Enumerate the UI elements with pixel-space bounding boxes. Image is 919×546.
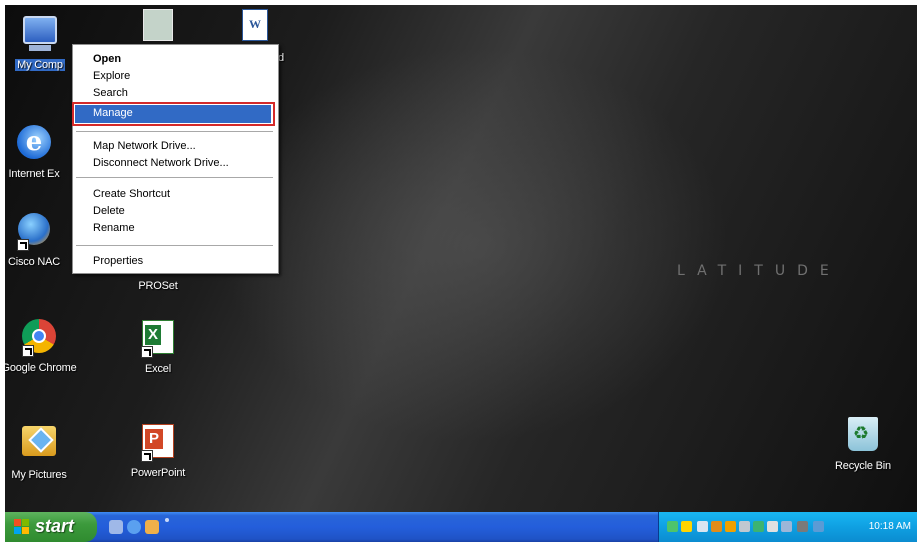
recycle-bin-icon[interactable]: Recycle Bin xyxy=(823,415,903,472)
start-button[interactable]: start xyxy=(5,512,97,542)
desktop-icon-label: Internet Ex xyxy=(8,168,60,180)
word-app-icon: W xyxy=(236,9,274,47)
start-label: start xyxy=(35,516,75,536)
ie-icon: e xyxy=(15,125,53,163)
desktop-icon-label: PowerPoint xyxy=(130,467,186,479)
desktop-icon-label: Recycle Bin xyxy=(835,460,891,472)
menu-item-search[interactable]: Search xyxy=(93,85,128,99)
shortcut-arrow-icon xyxy=(22,345,34,357)
internet-explorer-icon[interactable]: e Internet Ex xyxy=(5,123,74,180)
excel-icon[interactable]: Excel xyxy=(118,317,198,375)
context-menu: Open Explore Search Manage Map Network D… xyxy=(72,44,279,274)
shortcut-arrow-icon xyxy=(141,346,153,358)
desktop[interactable]: My Comp e Internet Ex Cisco NAC Google C… xyxy=(5,5,917,541)
network-icon xyxy=(139,9,177,47)
show-desktop-icon[interactable] xyxy=(109,520,123,534)
powerpoint-app-icon xyxy=(139,424,177,462)
pictures-folder-icon xyxy=(20,426,58,464)
tray-network-icon[interactable] xyxy=(667,521,678,532)
desktop-icon-label: Excel xyxy=(145,363,171,375)
intel-proset-icon[interactable] xyxy=(118,5,198,47)
tray-update-icon[interactable] xyxy=(753,521,764,532)
system-tray: 10:18 AM xyxy=(658,512,917,542)
excel-app-icon xyxy=(139,320,177,358)
shortcut-arrow-icon xyxy=(141,450,153,462)
desktop-icon-label: PROSet xyxy=(138,280,178,292)
desktop-icon-label: Cisco NAC xyxy=(8,256,60,268)
tray-alert-icon[interactable] xyxy=(725,521,736,532)
media-quicklaunch-icon[interactable] xyxy=(145,520,159,534)
google-chrome-icon[interactable]: Google Chrome xyxy=(5,317,79,374)
menu-item-delete[interactable]: Delete xyxy=(93,203,125,220)
tray-volume-icon[interactable] xyxy=(797,521,808,532)
intel-proset-label-wrap: PROSet xyxy=(118,275,198,292)
menu-item-properties[interactable]: Properties xyxy=(93,253,143,270)
menu-item-map-network-drive[interactable]: Map Network Drive... xyxy=(93,138,196,155)
my-computer-icon[interactable]: My Comp xyxy=(5,10,80,73)
shortcut-arrow-icon xyxy=(17,239,29,251)
menu-item-open[interactable]: Open xyxy=(93,51,121,68)
tray-display-icon[interactable] xyxy=(697,521,708,532)
tray-connection-icon[interactable] xyxy=(813,521,824,532)
menu-item-explore[interactable]: Explore xyxy=(93,68,130,85)
desktop-icon-label: My Comp xyxy=(15,59,65,71)
menu-item-disconnect-network-drive[interactable]: Disconnect Network Drive... xyxy=(93,155,229,172)
my-pictures-icon[interactable]: My Pictures xyxy=(5,421,79,481)
menu-item-rename[interactable]: Rename xyxy=(93,220,135,237)
menu-separator xyxy=(76,177,273,178)
tray-wireless-icon[interactable] xyxy=(781,521,792,532)
powerpoint-icon[interactable]: PowerPoint xyxy=(118,421,198,479)
windows-flag-icon xyxy=(14,519,30,535)
menu-item-create-shortcut[interactable]: Create Shortcut xyxy=(93,186,170,203)
computer-icon xyxy=(21,16,59,54)
latitude-watermark: LATITUDE xyxy=(677,263,841,279)
tray-app-icon[interactable] xyxy=(711,521,722,532)
highlight-box xyxy=(72,102,275,126)
cisco-nac-icon[interactable]: Cisco NAC xyxy=(5,210,74,268)
chrome-icon xyxy=(20,319,58,357)
tray-device-icon[interactable] xyxy=(767,521,778,532)
clock[interactable]: 10:18 AM xyxy=(869,521,911,532)
cisco-agent-icon xyxy=(15,213,53,251)
tray-tool-icon[interactable] xyxy=(739,521,750,532)
ie-quicklaunch-icon[interactable] xyxy=(127,520,141,534)
quicklaunch-chevron-icon[interactable] xyxy=(165,518,169,522)
recycle-bin-app-icon xyxy=(844,417,882,455)
desktop-icon-label: My Pictures xyxy=(11,469,67,481)
menu-separator xyxy=(76,245,273,246)
desktop-icon-label: Google Chrome xyxy=(5,362,77,374)
menu-separator xyxy=(76,131,273,132)
tray-security-icon[interactable] xyxy=(681,521,692,532)
taskbar: start 10:18 AM xyxy=(5,512,917,542)
